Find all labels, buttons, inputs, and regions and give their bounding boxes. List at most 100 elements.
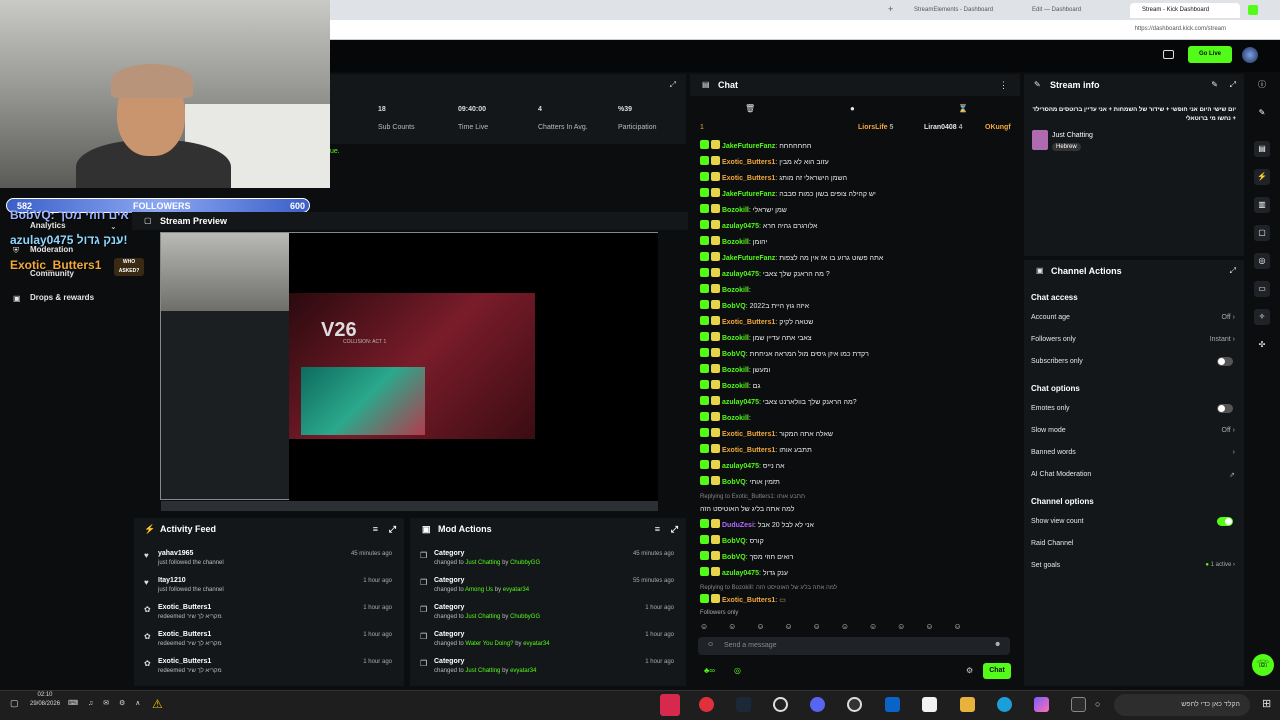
search-icon[interactable]: ○ [1095, 699, 1100, 709]
taskbar-search[interactable]: הקלד כאן כדי לחפש [1114, 694, 1250, 716]
more-icon[interactable]: ⋮ [999, 80, 1008, 91]
chat-username[interactable]: azulay0475 [722, 463, 759, 470]
address-bar[interactable]: https://dashboard.kick.com/stream [330, 20, 1280, 40]
taskbar-clock[interactable]: 02:10 29/08/2026 [30, 691, 60, 709]
chat-send-button[interactable]: Chat [983, 663, 1011, 679]
chat-username[interactable]: azulay0475 [722, 271, 759, 278]
chat-username[interactable]: Exotic_Butters1 [722, 175, 775, 182]
sidebar-item-analytics[interactable]: Analytics [30, 221, 66, 230]
chat-username[interactable]: azulay0475 [722, 399, 759, 406]
banned-words-row[interactable]: Banned words › [1031, 449, 1235, 463]
tab-streamelements[interactable]: StreamElements - Dashboard [902, 3, 1002, 18]
chat-message[interactable]: Bozokill: ומעשן [700, 364, 1010, 378]
task-view-icon[interactable] [1071, 697, 1086, 712]
emoji-icon[interactable]: ☻ [994, 641, 1001, 648]
chat-message[interactable]: Bozokill: [700, 284, 1010, 298]
chat-username[interactable]: Exotic_Butters1 [722, 319, 775, 326]
address-url[interactable]: https://dashboard.kick.com/stream [1135, 26, 1226, 32]
filter-icon[interactable]: ≡ [655, 524, 660, 534]
chat-message[interactable]: azulay0475: אה נייס [700, 460, 1010, 474]
outlook-app-icon[interactable] [885, 697, 900, 712]
wrench-icon[interactable]: ✧ [1254, 309, 1270, 325]
emote-picker-icon[interactable]: ☺ [707, 641, 714, 648]
expand-icon[interactable]: ⤢ [671, 524, 678, 535]
chat-message[interactable]: Bozokill: יהומן [700, 236, 1010, 250]
edit-icon[interactable]: ✎ [1254, 105, 1270, 121]
warning-icon[interactable]: ⚠ [152, 697, 163, 711]
puzzle-icon[interactable]: ✣ [1254, 337, 1270, 353]
activity-user[interactable]: Exotic_Butters1 [158, 658, 211, 665]
chat-username[interactable]: JakeFutureFanz [722, 143, 775, 150]
chat-message[interactable]: Bozokill: [700, 412, 1010, 426]
subscribers-only-toggle[interactable] [1217, 357, 1233, 366]
display-icon[interactable] [1163, 50, 1174, 59]
stream-icon[interactable]: ▤ [1254, 141, 1270, 157]
expand-icon[interactable]: ⤢ [670, 80, 676, 90]
followers-only-row[interactable]: Followers only Instant › [1031, 336, 1235, 350]
obs-app-icon[interactable] [847, 697, 862, 712]
chat-message[interactable]: Exotic_Butters1: שאלה אתה המקור [700, 428, 1010, 442]
chat-username[interactable]: Exotic_Butters1 [722, 431, 775, 438]
chat-input[interactable]: Send a message [698, 637, 1010, 655]
stream-preview[interactable]: V26 COLLISION: ACT 1 [160, 232, 658, 511]
info-icon[interactable]: ⓘ [1254, 77, 1270, 93]
chat-username[interactable]: Bozokill [722, 383, 749, 390]
expand-icon[interactable]: ⤢ [1230, 80, 1236, 90]
chat-message[interactable]: azulay0475: מה הראנק שלך צאבי ? [700, 268, 1010, 282]
chat-message[interactable]: Exotic_Butters1: ▭ [700, 594, 1010, 608]
tab-kick-dashboard[interactable]: Stream - Kick Dashboard [1130, 3, 1240, 18]
discord-app-icon[interactable] [810, 697, 825, 712]
top-chatter[interactable]: OKungf [985, 124, 1011, 131]
new-tab-icon[interactable]: + [888, 4, 893, 14]
copilot-app-icon[interactable] [1034, 697, 1049, 712]
chat-username[interactable]: Bozokill [722, 367, 749, 374]
chat-username[interactable]: JakeFutureFanz [722, 255, 775, 262]
monitor-icon[interactable]: ▭ [1254, 281, 1270, 297]
chat-username[interactable]: Bozokill [722, 239, 749, 246]
chat-message[interactable]: Bozokill: שמן ישראלי [700, 204, 1010, 218]
account-age-row[interactable]: Account age Off › [1031, 314, 1235, 328]
chat-icon[interactable]: ▢ [1254, 225, 1270, 241]
chat-username[interactable]: Bozokill [722, 207, 749, 214]
ai-moderation-row[interactable]: AI Chat Moderation ⇗ [1031, 471, 1235, 485]
slow-mode-row[interactable]: Slow mode Off › [1031, 427, 1235, 441]
chat-message[interactable]: BobVQ: איזה גוץ היית ב2022 [700, 300, 1010, 314]
app-icon[interactable] [773, 697, 788, 712]
chat-message[interactable]: Exotic_Butters1: תתבע אותו [700, 444, 1010, 458]
activity-user[interactable]: Itay1210 [158, 577, 186, 584]
edit-icon[interactable]: ✎ [1211, 80, 1218, 89]
chat-username[interactable]: Bozokill [722, 335, 749, 342]
chat-username[interactable]: BobVQ [722, 351, 746, 358]
chat-message[interactable]: JakeFutureFanz: אתה פשוט גרוע בו אז אין … [700, 252, 1010, 266]
gear-icon[interactable]: ⚙ [966, 666, 973, 675]
chat-message[interactable]: Exotic_Butters1: שטאה לקיק [700, 316, 1010, 330]
chat-username[interactable]: BobVQ [722, 479, 746, 486]
steam-app-icon[interactable] [736, 697, 751, 712]
monitor-icon[interactable]: ▢ [10, 698, 19, 709]
windows-store-icon[interactable] [922, 697, 937, 712]
help-chat-icon[interactable]: ☏ [1252, 654, 1274, 676]
chat-message[interactable]: JakeFutureFanz: יש קהילה צופים בשון כמות… [700, 188, 1010, 202]
show-view-count-toggle[interactable] [1217, 517, 1233, 526]
chat-username[interactable]: BobVQ [722, 303, 746, 310]
expand-icon[interactable]: ⤢ [1230, 266, 1236, 276]
tab-edit-dashboard[interactable]: Edit — Dashboard [1020, 3, 1116, 18]
chat-username[interactable]: Exotic_Butters1 [722, 159, 775, 166]
edge-app-icon[interactable] [997, 697, 1012, 712]
chat-message[interactable]: BobVQ: רקדת כמו איזן גיסים מול המראה אני… [700, 348, 1010, 362]
chat-username[interactable]: azulay0475 [722, 223, 759, 230]
file-explorer-icon[interactable] [960, 697, 975, 712]
chat-username[interactable]: Bozokill [722, 415, 749, 422]
set-goals-row[interactable]: Set goals ● 1 active › [1031, 562, 1235, 576]
system-tray-icons[interactable]: ⌨ ♫ ✉ ⚙ ∧ [68, 699, 144, 707]
windows-start-icon[interactable]: ⊞ [1262, 697, 1271, 710]
chat-username[interactable]: BobVQ [722, 538, 746, 545]
activity-user[interactable]: yahav1965 [158, 550, 193, 557]
top-chatter[interactable]: LiorsLife 5 [858, 124, 893, 131]
avatar[interactable] [1242, 47, 1258, 63]
chat-message[interactable]: BobVQ: תזמין אותי [700, 476, 1010, 490]
bolt-icon[interactable]: ⚡ [1254, 169, 1270, 185]
chat-message[interactable]: azulay0475: ענק גדול [700, 567, 1010, 581]
chevron-down-icon[interactable]: ⌄ [110, 222, 117, 231]
chat-username[interactable]: BobVQ [722, 554, 746, 561]
